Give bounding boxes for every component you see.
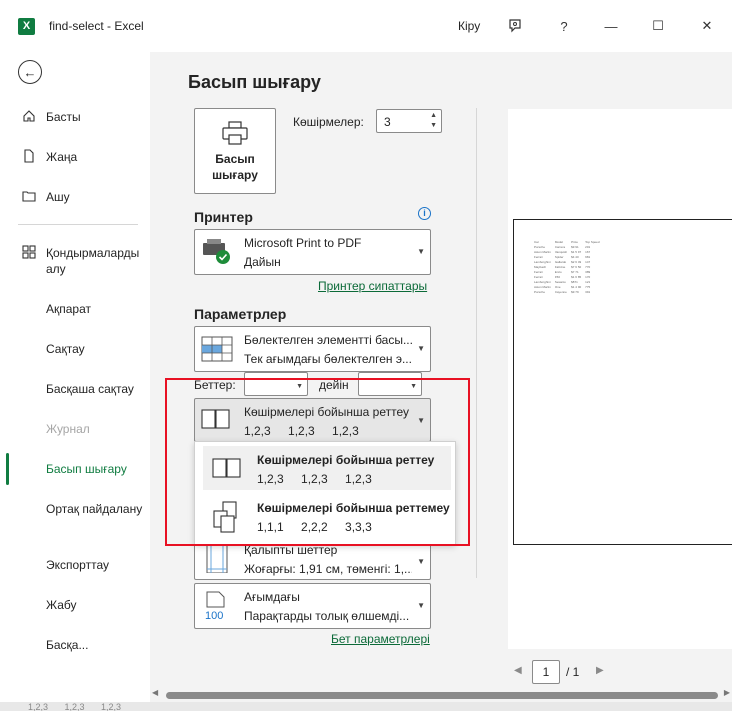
page-number-input[interactable]: 1 bbox=[532, 660, 560, 684]
nav-label: Жаңа bbox=[46, 150, 78, 164]
nav-divider bbox=[18, 224, 138, 225]
preview-sheet: Car Model Price Top Speed Porsche Carrera $9 9… bbox=[513, 219, 732, 545]
page-setup-link[interactable]: Бет параметрлері bbox=[331, 632, 430, 646]
info-icon[interactable]: i bbox=[418, 207, 431, 220]
scale-line-2: Парақтарды толық өлшемді... bbox=[244, 609, 410, 623]
nav-label: Басқа... bbox=[46, 638, 89, 652]
preview-cell: Porsche bbox=[534, 290, 546, 294]
chevron-down-icon: ▼ bbox=[417, 601, 425, 610]
nav-label: Ортақ пайдалану bbox=[46, 502, 143, 516]
help-button[interactable]: ? bbox=[552, 14, 576, 38]
nav-label: Ақпарат bbox=[46, 302, 92, 316]
chevron-down-icon: ▼ bbox=[417, 247, 425, 256]
scroll-right-icon[interactable]: ▶ bbox=[724, 688, 730, 697]
nav-label: Ашу bbox=[46, 190, 70, 204]
scope-line-2: Тек ағымдағы бөлектелген э... bbox=[244, 352, 412, 366]
prev-page-icon[interactable]: ◀ bbox=[514, 665, 522, 676]
copies-label: Көшірмелер: bbox=[293, 115, 364, 129]
nav-label: Экспорттау bbox=[46, 558, 109, 572]
home-icon bbox=[21, 109, 37, 125]
print-label-2: шығару bbox=[212, 168, 258, 182]
preview-row: Porsche Cayenne $9 79 391 bbox=[534, 290, 604, 295]
scale-line-1: Ағымдағы bbox=[244, 590, 300, 604]
folder-icon bbox=[21, 189, 37, 205]
margins-icon bbox=[201, 542, 233, 574]
active-indicator bbox=[6, 453, 9, 485]
page-title: Басып шығару bbox=[188, 72, 321, 92]
nav-label: Қондырмаларды алу bbox=[46, 246, 140, 276]
scroll-left-icon[interactable]: ◀ bbox=[152, 688, 158, 697]
nav-label: Басқаша сақтау bbox=[46, 382, 134, 396]
preview-cell: $9 79 bbox=[571, 290, 579, 294]
copies-stepper[interactable]: 3 ▲ ▼ bbox=[376, 109, 442, 133]
copies-value: 3 bbox=[384, 115, 391, 129]
printer-properties-link[interactable]: Принтер сипаттары bbox=[318, 279, 427, 293]
pane-divider bbox=[476, 108, 477, 578]
signin-link[interactable]: Кіру bbox=[458, 19, 480, 33]
annotation-highlight bbox=[165, 378, 470, 546]
nav-label: Басып шығару bbox=[46, 462, 127, 476]
printer-icon bbox=[221, 121, 249, 145]
minimize-button[interactable]: — bbox=[599, 14, 623, 38]
print-label-1: Басып bbox=[215, 152, 255, 166]
settings-heading: Параметрлер bbox=[194, 306, 287, 322]
print-preview: Car Model Price Top Speed Porsche Carrera $9 9… bbox=[508, 109, 732, 649]
nav-label: Сақтау bbox=[46, 342, 85, 356]
horizontal-scrollbar[interactable]: ◀ ▶ bbox=[150, 688, 732, 702]
maximize-button[interactable]: ☐ bbox=[646, 14, 670, 38]
margins-dropdown[interactable]: Қалыпты шеттер Жоғарғы: 1,91 см, төменгі… bbox=[194, 542, 431, 580]
printer-name: Microsoft Print to PDF bbox=[244, 236, 362, 250]
nav-label: Журнал bbox=[46, 422, 90, 436]
nav-label: Басты bbox=[46, 110, 81, 124]
chevron-down-icon: ▼ bbox=[417, 557, 425, 566]
back-arrow-icon[interactable]: ← bbox=[18, 60, 42, 84]
svg-text:100: 100 bbox=[205, 610, 223, 621]
preview-cell: 391 bbox=[585, 290, 591, 294]
background-text: 1,2,3 1,2,3 1,2,3 bbox=[28, 702, 122, 711]
preview-table: Car Model Price Top Speed Porsche Carrera $9 9… bbox=[534, 240, 604, 295]
scale-100-icon: 100 bbox=[201, 591, 233, 622]
print-scope-dropdown[interactable]: Бөлектелген элементті басы... Тек ағымда… bbox=[194, 326, 431, 372]
excel-icon: X bbox=[18, 18, 35, 35]
new-file-icon bbox=[21, 149, 37, 165]
printer-heading: Принтер bbox=[194, 209, 253, 225]
feedback-icon[interactable] bbox=[503, 14, 527, 38]
chevron-down-icon: ▼ bbox=[417, 344, 425, 353]
printer-status: Дайын bbox=[244, 255, 281, 269]
window-title: find-select - Excel bbox=[49, 19, 144, 33]
background-strip: 1,2,3 1,2,3 1,2,3 bbox=[0, 702, 732, 711]
nav-label: Жабу bbox=[46, 598, 77, 612]
spin-up-icon[interactable]: ▲ bbox=[430, 112, 437, 119]
title-bar: X find-select - Excel Кіру ? — ☐ ✕ bbox=[0, 0, 732, 52]
printer-dropdown[interactable]: Microsoft Print to PDF Дайын ▼ bbox=[194, 229, 431, 275]
scroll-thumb[interactable] bbox=[166, 692, 718, 699]
page-total: / 1 bbox=[566, 665, 580, 679]
selection-grid-icon bbox=[201, 334, 233, 364]
close-button[interactable]: ✕ bbox=[695, 14, 719, 38]
margins-line-2: Жоғарғы: 1,91 см, төменгі: 1,... bbox=[244, 562, 412, 576]
backstage-nav: ← Басты Жаңа Ашу Қондырмаларды алу Ақпар… bbox=[0, 52, 150, 711]
next-page-icon[interactable]: ▶ bbox=[596, 665, 604, 676]
spin-down-icon[interactable]: ▼ bbox=[430, 122, 437, 129]
addins-icon bbox=[21, 245, 37, 261]
print-button[interactable]: Басып шығару bbox=[194, 108, 276, 194]
scaling-dropdown[interactable]: 100 Ағымдағы Парақтарды толық өлшемді...… bbox=[194, 583, 431, 629]
printer-ready-icon bbox=[201, 237, 233, 267]
scope-line-1: Бөлектелген элементті басы... bbox=[244, 333, 412, 347]
preview-cell: Cayenne bbox=[554, 290, 567, 294]
